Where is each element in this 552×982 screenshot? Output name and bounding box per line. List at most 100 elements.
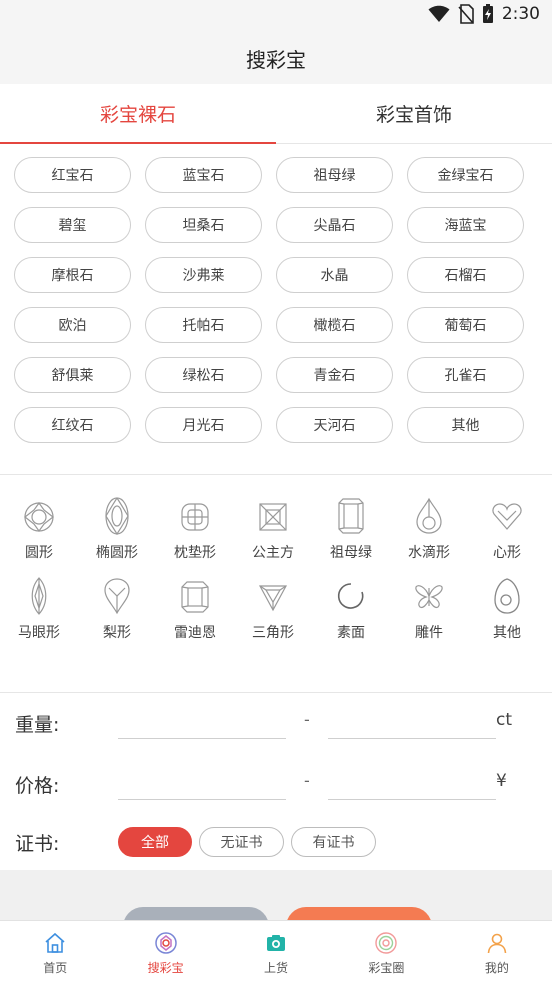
- camera-icon: [267, 935, 286, 951]
- nav-upload[interactable]: 上货: [221, 921, 331, 982]
- price-label: 价格:: [15, 775, 60, 797]
- divider: [0, 692, 552, 693]
- trillion-cut-icon: [258, 585, 288, 612]
- stone-option[interactable]: 摩根石: [14, 257, 131, 293]
- stone-option[interactable]: 欧泊: [14, 307, 131, 343]
- marquise-cut-icon: [31, 577, 47, 615]
- pear-cut-icon: [104, 578, 130, 615]
- stone-option[interactable]: 青金石: [276, 357, 393, 393]
- shape-option-other[interactable]: 其他: [468, 576, 546, 642]
- stone-option[interactable]: 石榴石: [407, 257, 524, 293]
- weight-unit: ct: [496, 710, 513, 730]
- shape-option-marquise[interactable]: 马眼形: [0, 576, 78, 642]
- oval-cut-icon: [105, 497, 129, 536]
- stone-option[interactable]: 天河石: [276, 407, 393, 443]
- shape-option-round[interactable]: 圆形: [0, 496, 78, 562]
- heart-cut-icon: [492, 503, 522, 530]
- stone-option[interactable]: 尖晶石: [276, 207, 393, 243]
- stone-option[interactable]: 绿松石: [145, 357, 262, 393]
- pear-drop-cut-icon: [416, 497, 442, 534]
- home-icon: [45, 932, 65, 953]
- shape-option-heart[interactable]: 心形: [468, 496, 546, 562]
- certificate-label: 证书:: [15, 833, 60, 855]
- shape-option-emerald[interactable]: 祖母绿: [312, 496, 390, 562]
- stone-option[interactable]: 月光石: [145, 407, 262, 443]
- nav-home[interactable]: 首页: [0, 921, 110, 982]
- stone-option[interactable]: 橄榄石: [276, 307, 393, 343]
- stone-option[interactable]: 葡萄石: [407, 307, 524, 343]
- shape-option-cabochon[interactable]: 素面: [312, 576, 390, 642]
- carving-icon: [415, 585, 443, 609]
- shape-label: 梨形: [103, 625, 131, 641]
- stone-option[interactable]: 水晶: [276, 257, 393, 293]
- stone-option[interactable]: 红纹石: [14, 407, 131, 443]
- shape-label: 枕垫形: [174, 545, 216, 561]
- page-title: 搜彩宝: [246, 47, 306, 72]
- price-filter: 价格: - ¥: [0, 763, 552, 807]
- nav-community[interactable]: 彩宝圈: [331, 921, 441, 982]
- cabochon-icon: [337, 583, 364, 609]
- shape-option-trillion[interactable]: 三角形: [234, 576, 312, 642]
- wifi-icon: [428, 5, 450, 22]
- range-separator: -: [304, 710, 310, 729]
- category-tabs: 彩宝裸石 彩宝首饰: [0, 84, 552, 144]
- stone-option[interactable]: 坦桑石: [145, 207, 262, 243]
- shape-option-teardrop[interactable]: 水滴形: [390, 496, 468, 562]
- stone-option[interactable]: 其他: [407, 407, 524, 443]
- emerald-cut-icon: [338, 498, 364, 534]
- other-shape-icon: [494, 578, 520, 614]
- stone-option[interactable]: 舒俱莱: [14, 357, 131, 393]
- price-min-input[interactable]: [118, 799, 286, 800]
- shape-option-oval[interactable]: 椭圆形: [78, 496, 156, 562]
- stone-option[interactable]: 金绿宝石: [407, 157, 524, 193]
- circle-community-icon: [375, 932, 398, 954]
- cushion-cut-icon: [181, 503, 209, 531]
- stone-option[interactable]: 孔雀石: [407, 357, 524, 393]
- shape-label: 椭圆形: [96, 545, 138, 561]
- no-sim-icon: [458, 4, 474, 24]
- princess-cut-icon: [259, 503, 287, 531]
- round-cut-icon: [24, 501, 54, 533]
- shape-option-cushion[interactable]: 枕垫形: [156, 496, 234, 562]
- shape-label: 公主方: [252, 545, 294, 561]
- shape-option-pear[interactable]: 梨形: [78, 576, 156, 642]
- shape-label: 圆形: [25, 545, 53, 561]
- weight-max-input[interactable]: [328, 738, 496, 739]
- nav-gem-search[interactable]: 搜彩宝: [110, 921, 220, 982]
- shape-label: 三角形: [252, 625, 294, 641]
- cert-option-all[interactable]: 全部: [118, 827, 192, 857]
- stone-option[interactable]: 红宝石: [14, 157, 131, 193]
- shape-label: 祖母绿: [330, 545, 372, 561]
- shape-option-princess[interactable]: 公主方: [234, 496, 312, 562]
- cert-option-has[interactable]: 有证书: [291, 827, 376, 857]
- tab-label: 彩宝裸石: [99, 104, 176, 126]
- range-separator: -: [304, 771, 310, 790]
- weight-filter: 重量: - ct: [0, 702, 552, 746]
- tab-loose-gems[interactable]: 彩宝裸石: [0, 84, 276, 144]
- price-max-input[interactable]: [328, 799, 496, 800]
- shape-label: 其他: [493, 625, 521, 641]
- battery-charging-icon: [482, 4, 493, 23]
- shape-label: 水滴形: [408, 545, 450, 561]
- stone-option[interactable]: 沙弗莱: [145, 257, 262, 293]
- shape-option-carving[interactable]: 雕件: [390, 576, 468, 642]
- nav-label: 彩宝圈: [368, 961, 405, 975]
- nav-label: 首页: [43, 961, 68, 975]
- cert-option-none[interactable]: 无证书: [199, 827, 284, 857]
- weight-min-input[interactable]: [118, 738, 286, 739]
- shape-label: 雕件: [415, 625, 443, 641]
- certificate-filter: 证书: 全部 无证书 有证书: [0, 823, 552, 863]
- stone-option[interactable]: 海蓝宝: [407, 207, 524, 243]
- nav-profile[interactable]: 我的: [442, 921, 552, 982]
- radiant-cut-icon: [181, 581, 209, 613]
- stone-option[interactable]: 碧玺: [14, 207, 131, 243]
- tab-jewelry[interactable]: 彩宝首饰: [276, 84, 552, 143]
- stone-option[interactable]: 祖母绿: [276, 157, 393, 193]
- tab-label: 彩宝首饰: [375, 104, 452, 126]
- stone-option[interactable]: 托帕石: [145, 307, 262, 343]
- stone-option[interactable]: 蓝宝石: [145, 157, 262, 193]
- cut-shape-grid: 圆形 椭圆形 枕垫形 公主方 祖母绿 水滴形 心形 马眼形 梨形 雷迪恩 三角形: [0, 496, 552, 642]
- shape-option-radiant[interactable]: 雷迪恩: [156, 576, 234, 642]
- shape-label: 雷迪恩: [174, 625, 216, 641]
- price-unit: ¥: [496, 771, 507, 791]
